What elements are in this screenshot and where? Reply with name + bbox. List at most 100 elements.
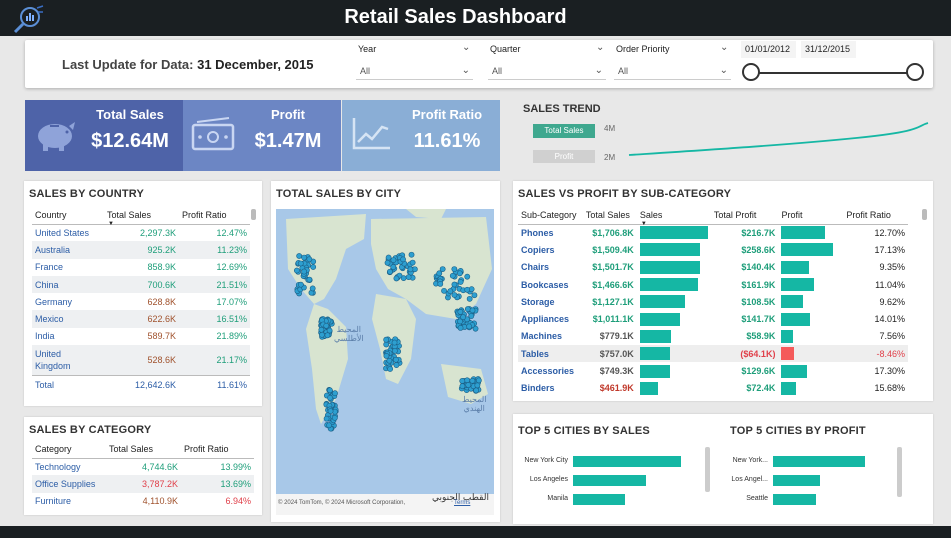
- city-bubble[interactable]: [456, 270, 463, 277]
- date-end-input[interactable]: 31/12/2015: [801, 41, 856, 58]
- legend-profit[interactable]: Profit: [533, 150, 595, 163]
- col-sub-profit-ratio[interactable]: Profit Ratio: [843, 207, 908, 225]
- city-map[interactable]: المحيط الأطلسي المحيط الهندي القطب الجنو…: [276, 209, 494, 515]
- city-bubble[interactable]: [451, 281, 458, 288]
- city-bubbles[interactable]: [276, 209, 494, 515]
- city-bubble[interactable]: [469, 377, 476, 384]
- city-bubble[interactable]: [310, 264, 317, 270]
- kpi-profit-ratio-card[interactable]: Profit Ratio 11.61%: [342, 100, 500, 171]
- city-bubble[interactable]: [408, 251, 415, 258]
- city-bubble[interactable]: [451, 292, 458, 298]
- order-priority-slicer-chevron-icon[interactable]: ⌄: [720, 42, 728, 53]
- sales-trend-line[interactable]: [626, 118, 931, 160]
- city-bubble[interactable]: [393, 275, 400, 282]
- city-bubble[interactable]: [457, 324, 464, 331]
- col-category-profit-ratio[interactable]: Profit Ratio: [181, 441, 254, 459]
- city-bubble[interactable]: [309, 285, 316, 292]
- city-bubble[interactable]: [327, 387, 333, 394]
- city-bubble[interactable]: [391, 339, 398, 346]
- city-bubble[interactable]: [392, 356, 399, 363]
- city-bubble[interactable]: [459, 383, 466, 390]
- city-bubble[interactable]: [385, 254, 392, 261]
- table-row[interactable]: Chairs $1,501.7K $140.4K 9.35%: [518, 259, 908, 276]
- city-bar[interactable]: [773, 456, 865, 467]
- col-category-total-sales[interactable]: Total Sales: [106, 441, 181, 459]
- table-row[interactable]: Tables $757.0K ($64.1K) -8.46%: [518, 345, 908, 363]
- col-total-sales[interactable]: Total Sales ▼: [104, 207, 179, 227]
- city-bubble[interactable]: [293, 267, 300, 274]
- table-row[interactable]: China 700.6K 21.51%: [32, 275, 250, 294]
- city-bubble[interactable]: [327, 408, 334, 415]
- city-bubble[interactable]: [387, 366, 394, 372]
- col-sub-total-sales[interactable]: Total Sales: [582, 207, 637, 225]
- city-bubble[interactable]: [407, 266, 414, 273]
- city-bubble[interactable]: [306, 256, 313, 263]
- city-bubble[interactable]: [383, 353, 390, 359]
- city-bubble[interactable]: [324, 332, 331, 339]
- city-bubble[interactable]: [306, 276, 313, 283]
- city-bubble[interactable]: [468, 313, 475, 319]
- city-bar[interactable]: [773, 475, 820, 486]
- city-bubble[interactable]: [469, 307, 476, 314]
- quarter-slicer-dropdown[interactable]: All ⌄: [488, 63, 606, 80]
- top5-profit-scrollbar[interactable]: [897, 447, 902, 497]
- city-bubble[interactable]: [466, 323, 473, 330]
- city-bubble[interactable]: [319, 331, 325, 338]
- table-row[interactable]: Phones $1,706.8K $216.7K 12.70%: [518, 224, 908, 241]
- col-category[interactable]: Category: [32, 441, 106, 459]
- city-bubble[interactable]: [332, 390, 338, 397]
- city-bubble[interactable]: [384, 259, 391, 266]
- city-bubble[interactable]: [383, 336, 390, 343]
- city-bubble[interactable]: [318, 326, 325, 333]
- table-row[interactable]: United States 2,297.3K 12.47%: [32, 224, 250, 241]
- top5-sales-scrollbar[interactable]: [705, 447, 710, 492]
- kpi-profit-card[interactable]: Profit $1.47M: [183, 100, 341, 171]
- city-bubble[interactable]: [464, 286, 471, 293]
- city-bubble[interactable]: [457, 309, 464, 315]
- city-bubble[interactable]: [393, 362, 400, 368]
- city-bar[interactable]: [773, 494, 816, 505]
- order-priority-slicer-dropdown[interactable]: All ⌄: [614, 63, 731, 80]
- city-bubble[interactable]: [383, 341, 390, 348]
- table-row[interactable]: Binders $461.9K $72.4K 15.68%: [518, 380, 908, 397]
- city-bubble[interactable]: [405, 274, 412, 281]
- city-bubble[interactable]: [326, 327, 333, 334]
- city-bubble[interactable]: [451, 266, 458, 273]
- city-bubble[interactable]: [390, 264, 397, 270]
- city-bubble[interactable]: [474, 382, 481, 389]
- city-bubble[interactable]: [457, 279, 464, 285]
- city-bubble[interactable]: [297, 281, 304, 288]
- city-bubble[interactable]: [390, 257, 397, 263]
- col-profit-ratio[interactable]: Profit Ratio: [179, 207, 250, 225]
- city-bubble[interactable]: [400, 256, 406, 263]
- city-bubble[interactable]: [327, 395, 333, 401]
- city-bubble[interactable]: [326, 422, 332, 429]
- city-bubble[interactable]: [475, 377, 482, 384]
- date-range-start-handle[interactable]: [742, 63, 760, 81]
- city-bubble[interactable]: [387, 268, 393, 275]
- quarter-slicer-chevron-icon[interactable]: ⌄: [596, 42, 604, 53]
- city-bubble[interactable]: [473, 387, 480, 394]
- date-start-input[interactable]: 01/01/2012: [741, 41, 796, 58]
- table-row[interactable]: Machines $779.1K $58.9K 7.56%: [518, 328, 908, 345]
- city-bar[interactable]: [573, 475, 646, 486]
- city-bubble[interactable]: [391, 347, 398, 354]
- city-bubble[interactable]: [466, 295, 473, 302]
- table-row[interactable]: Office Supplies 3,787.2K 13.69%: [32, 475, 254, 493]
- year-slicer-chevron-icon[interactable]: ⌄: [462, 42, 470, 53]
- table-row[interactable]: Accessories $749.3K $129.6K 17.30%: [518, 362, 908, 379]
- city-bubble[interactable]: [301, 254, 308, 261]
- city-bar[interactable]: [573, 494, 625, 505]
- table-row[interactable]: Germany 628.8K 17.07%: [32, 293, 250, 310]
- table-row[interactable]: India 589.7K 21.89%: [32, 328, 250, 345]
- kpi-total-sales-card[interactable]: Total Sales $12.64M: [25, 100, 183, 171]
- city-bubble[interactable]: [460, 314, 467, 320]
- col-sub-total-profit[interactable]: Total Profit: [710, 207, 779, 225]
- table-row[interactable]: France 858.9K 12.69%: [32, 259, 250, 276]
- table-row[interactable]: Australia 925.2K 11.23%: [32, 241, 250, 259]
- city-bubble[interactable]: [301, 268, 308, 275]
- city-bubble[interactable]: [323, 322, 330, 329]
- year-slicer-dropdown[interactable]: All ⌄: [356, 63, 473, 80]
- city-bubble[interactable]: [464, 273, 471, 280]
- col-country[interactable]: Country: [32, 207, 104, 225]
